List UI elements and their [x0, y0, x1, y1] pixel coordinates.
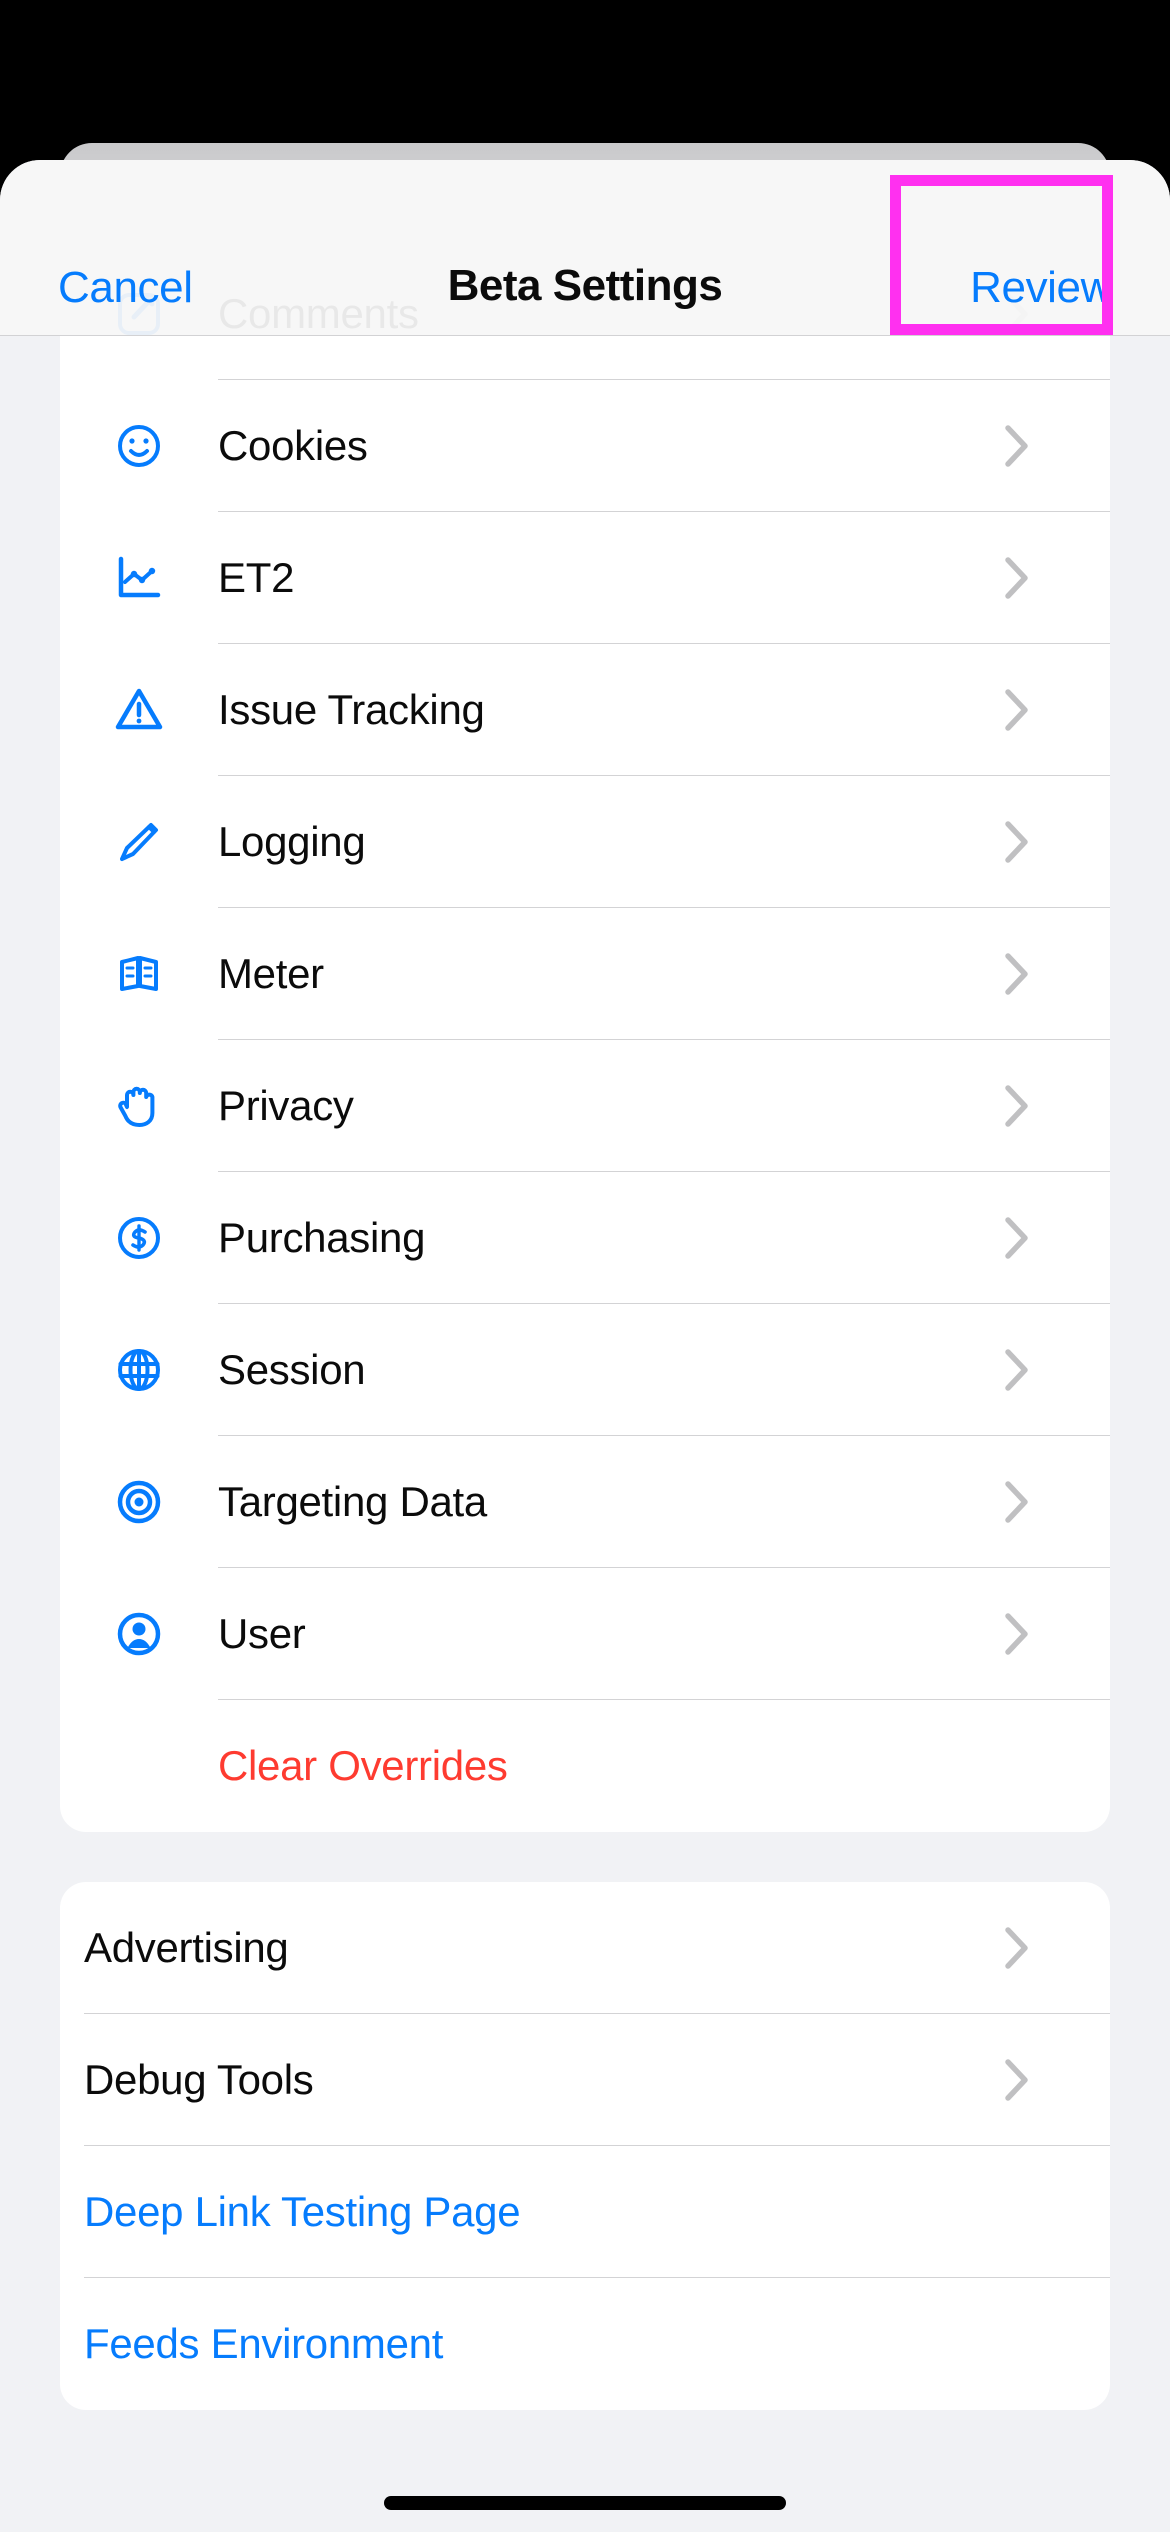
list-item-label: Clear Overrides	[218, 1742, 508, 1789]
chevron-right-icon	[1000, 1921, 1110, 1975]
chevron-right-icon	[1000, 1343, 1110, 1397]
list-item[interactable]: Issue Tracking	[60, 644, 1110, 776]
list-item-label: ET2	[218, 554, 295, 601]
list-item[interactable]: Advertising	[60, 1882, 1110, 2014]
list-item[interactable]: Session	[60, 1304, 1110, 1436]
beta-settings-sheet: CommentsCookiesET2Issue TrackingLoggingM…	[0, 160, 1170, 2532]
list-item-label: Advertising	[84, 1924, 289, 1971]
warning-triangle-icon	[60, 679, 218, 741]
list-item[interactable]: Feeds Environment	[60, 2278, 1110, 2410]
tools-section-card: Advertising Debug Tools Deep Link Testing …	[60, 1882, 1110, 2410]
beta-feature-sections-card: CommentsCookiesET2Issue TrackingLoggingM…	[60, 248, 1110, 1832]
review-button[interactable]: Review	[970, 263, 1112, 313]
chevron-right-icon	[1000, 947, 1110, 1001]
raised-hand-icon	[60, 1075, 218, 1137]
list-item-label: Privacy	[218, 1082, 354, 1129]
list-item[interactable]: Privacy	[60, 1040, 1110, 1172]
list-item[interactable]: Clear Overrides	[60, 1700, 1110, 1832]
chevron-right-icon	[1000, 1475, 1110, 1529]
globe-icon	[60, 1339, 218, 1401]
list-item-label: Purchasing	[218, 1214, 426, 1261]
list-item[interactable]: Debug Tools	[60, 2014, 1110, 2146]
person-circle-icon	[60, 1603, 218, 1665]
line-chart-icon	[60, 547, 218, 609]
panels-icon	[60, 943, 218, 1005]
target-icon	[60, 1471, 218, 1533]
list-item[interactable]: Meter	[60, 908, 1110, 1040]
chevron-right-icon	[1000, 1211, 1110, 1265]
list-item-label: Targeting Data	[218, 1478, 487, 1525]
list-item[interactable]: Logging	[60, 776, 1110, 908]
chevron-right-icon	[1000, 1079, 1110, 1133]
list-item-label: User	[218, 1610, 306, 1657]
list-item[interactable]: Deep Link Testing Page	[60, 2146, 1110, 2278]
chevron-right-icon	[1000, 551, 1110, 605]
list-item-label: Meter	[218, 950, 324, 997]
dollar-circle-icon	[60, 1207, 218, 1269]
chevron-right-icon	[1000, 2053, 1110, 2107]
phone-screen: CommentsCookiesET2Issue TrackingLoggingM…	[0, 0, 1170, 2532]
list-item[interactable]: Purchasing	[60, 1172, 1110, 1304]
list-item-label: Feeds Environment	[84, 2320, 444, 2367]
list-item[interactable]: ET2	[60, 512, 1110, 644]
chevron-right-icon	[1000, 815, 1110, 869]
home-indicator	[384, 2496, 786, 2510]
pencil-icon	[60, 811, 218, 873]
list-item-label: Issue Tracking	[218, 686, 485, 733]
list-item-label: Debug Tools	[84, 2056, 314, 2103]
list-item[interactable]: Targeting Data	[60, 1436, 1110, 1568]
smiley-face-icon	[60, 415, 218, 477]
navigation-bar: Cancel Beta Settings Review	[0, 160, 1170, 336]
chevron-right-icon	[1000, 1607, 1110, 1661]
list-item-label: Session	[218, 1346, 366, 1393]
chevron-right-icon	[1000, 683, 1110, 737]
list-item-label: Deep Link Testing Page	[84, 2188, 521, 2235]
list-item[interactable]: User	[60, 1568, 1110, 1700]
chevron-right-icon	[1000, 419, 1110, 473]
list-item-label: Cookies	[218, 422, 368, 469]
list-item[interactable]: Cookies	[60, 380, 1110, 512]
settings-scroll-view[interactable]: CommentsCookiesET2Issue TrackingLoggingM…	[0, 160, 1170, 2532]
list-item-label: Logging	[218, 818, 366, 865]
